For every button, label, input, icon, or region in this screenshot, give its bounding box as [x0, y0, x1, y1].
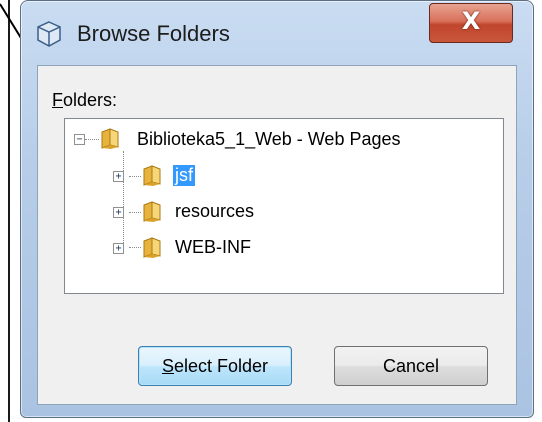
expand-icon[interactable]: + [113, 207, 124, 218]
tree-node-label: jsf [173, 165, 195, 186]
folders-label-accel: F [52, 90, 63, 110]
dialog-client-area: Folders: − Biblioteka5_1_Web - Web Pages [37, 65, 517, 405]
collapse-icon[interactable]: − [74, 134, 85, 145]
tree-node-label: Biblioteka5_1_Web - Web Pages [137, 129, 401, 149]
close-button[interactable]: X [429, 3, 513, 43]
close-icon: X [461, 7, 481, 35]
dialog-title: Browse Folders [77, 21, 230, 46]
select-folder-button[interactable]: Select Folder [138, 346, 292, 386]
expand-icon[interactable]: + [113, 243, 124, 254]
folders-label: Folders: [52, 90, 117, 111]
folder-icon [143, 165, 161, 186]
tree-node-web-inf[interactable]: + WEB-INF [65, 235, 495, 261]
select-folder-accel: S [161, 356, 174, 376]
tree-node-label: WEB-INF [175, 237, 251, 257]
tree-node-label: resources [175, 201, 255, 221]
tree-node-root[interactable]: − Biblioteka5_1_Web - Web Pages [65, 127, 495, 153]
select-folder-label: elect Folder [173, 356, 269, 376]
folder-tree[interactable]: − Biblioteka5_1_Web - Web Pages + jsf + … [64, 118, 504, 294]
folder-icon [143, 201, 161, 222]
tree-node-resources[interactable]: + resources [65, 199, 495, 225]
folders-label-text: olders: [63, 90, 118, 110]
folder-icon [143, 237, 161, 258]
cancel-label: Cancel [382, 356, 440, 376]
folder-icon [101, 128, 119, 149]
tree-node-jsf[interactable]: + jsf [65, 163, 495, 189]
browse-folders-dialog: Browse Folders X Folders: − Biblioteka5_… [20, 0, 534, 418]
expand-icon[interactable]: + [113, 171, 124, 182]
cancel-button[interactable]: Cancel [334, 346, 488, 386]
title-bar[interactable]: Browse Folders X [21, 1, 533, 65]
folder-browse-icon [37, 21, 61, 47]
